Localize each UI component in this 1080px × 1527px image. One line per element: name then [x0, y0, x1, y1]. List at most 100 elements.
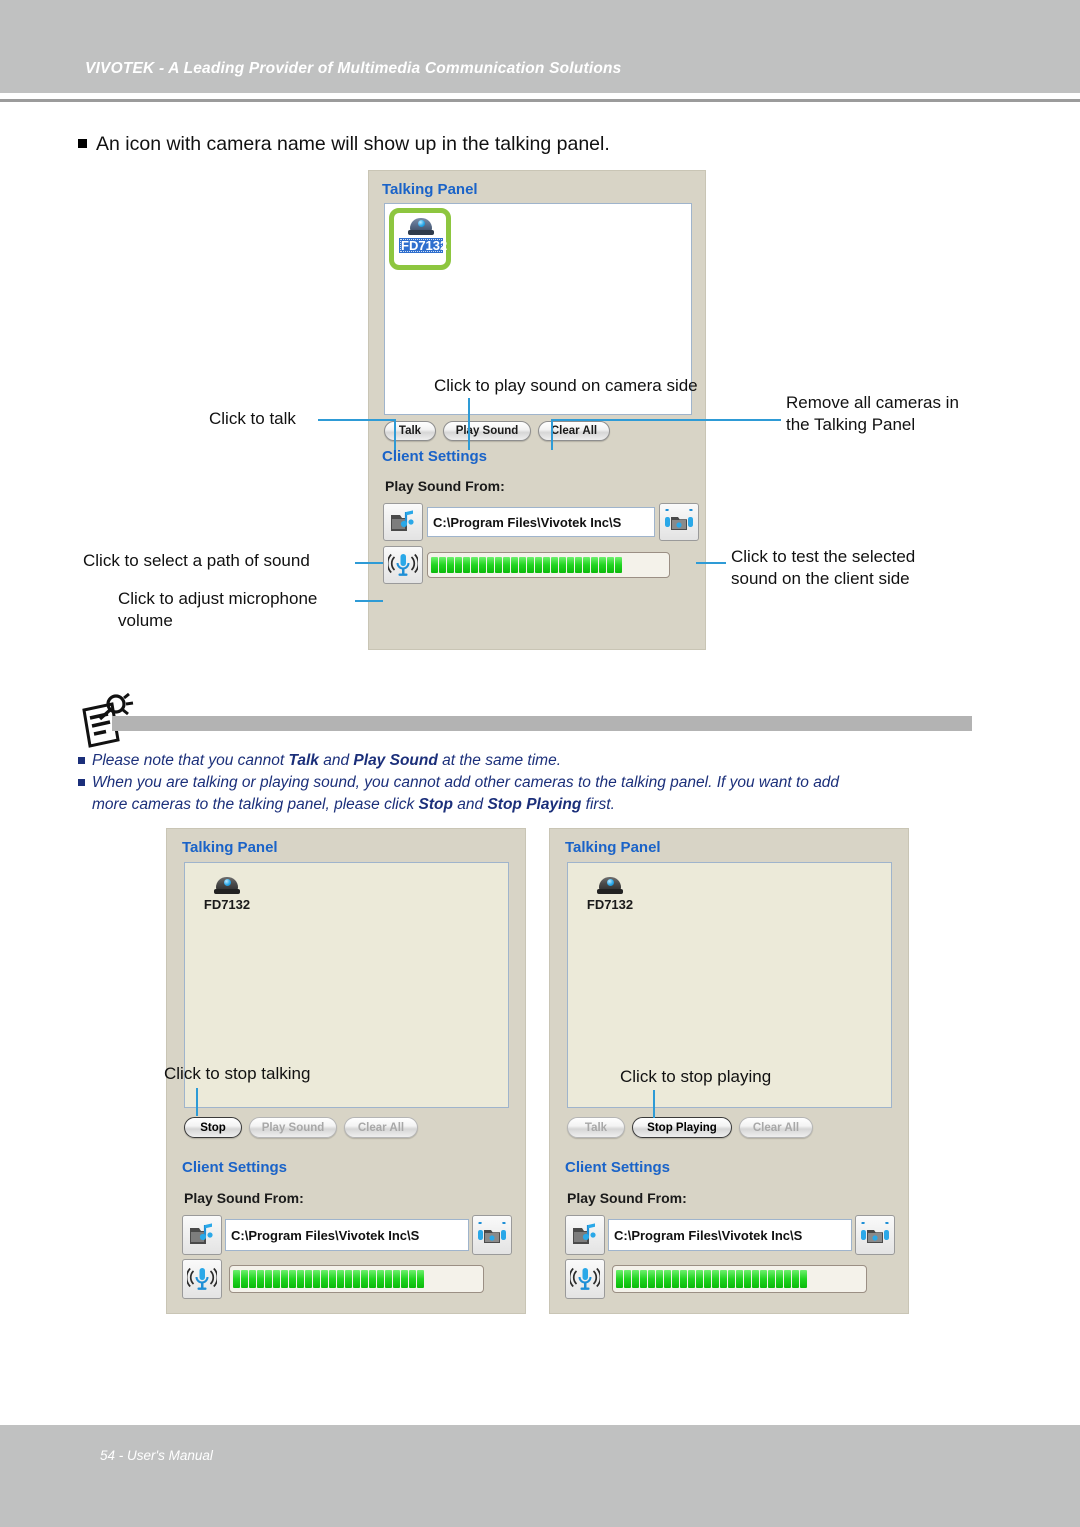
volume-segment: [776, 1270, 783, 1288]
microphone-volume-bar-left[interactable]: [229, 1265, 484, 1293]
clear-all-button-right[interactable]: Clear All: [739, 1117, 813, 1138]
volume-segment: [249, 1270, 256, 1288]
volume-segment: [455, 557, 462, 573]
note-text: When you are talking or playing sound, y…: [92, 774, 840, 791]
volume-segment: [760, 1270, 767, 1288]
volume-segment: [329, 1270, 336, 1288]
camera-item[interactable]: FD7132: [399, 215, 447, 253]
volume-segment: [289, 1270, 296, 1288]
page-title-text: An icon with camera name will show up in…: [96, 133, 610, 155]
folder-headphone-icon: [665, 509, 693, 530]
volume-segment: [728, 1270, 735, 1288]
camera-dome-icon: [408, 215, 434, 235]
volume-segment: [784, 1270, 791, 1288]
folder-music-icon-button-left[interactable]: [182, 1215, 222, 1255]
play-sound-from-label-left: Play Sound From:: [184, 1190, 304, 1206]
stop-button[interactable]: Stop: [184, 1117, 242, 1138]
callout-line-select-path: [355, 562, 383, 564]
volume-segment: [672, 1270, 679, 1288]
callout-line-test-sound: [696, 562, 726, 564]
talking-panel-title: Talking Panel: [382, 181, 478, 198]
volume-segment: [241, 1270, 248, 1288]
microphone-volume-icon: [570, 1267, 600, 1290]
note-line-1: Please note that you cannot Talk and Pla…: [92, 750, 561, 772]
callout-line-stop-playing: [653, 1090, 655, 1118]
callout-line-mic-volume: [355, 600, 383, 602]
camera-item-right[interactable]: FD7132: [582, 874, 638, 912]
button-row-left: Stop Play Sound Clear All: [184, 1117, 418, 1138]
camera-dome-icon: [214, 874, 240, 894]
volume-segment: [265, 1270, 272, 1288]
volume-segment: [479, 557, 486, 573]
volume-segment: [712, 1270, 719, 1288]
sound-path-input-right[interactable]: C:\Program Files\Vivotek Inc\S: [608, 1219, 852, 1251]
note-emphasis: Stop Playing: [487, 796, 582, 813]
talking-panel-title-left: Talking Panel: [182, 839, 278, 856]
callout-line-play-sound: [468, 398, 470, 450]
page-footer-text: 54 - User's Manual: [100, 1448, 213, 1463]
callout-stop-playing: Click to stop playing: [620, 1067, 772, 1086]
test-sound-icon-button-left[interactable]: [472, 1215, 512, 1255]
note-emphasis: Talk: [288, 752, 319, 769]
bullet-square-icon: [78, 139, 87, 148]
test-sound-icon-button-right[interactable]: [855, 1215, 895, 1255]
folder-music-icon: [391, 510, 414, 531]
volume-segment: [297, 1270, 304, 1288]
volume-segment: [616, 1270, 623, 1288]
camera-item-left[interactable]: FD7132: [199, 874, 255, 912]
folder-music-icon-button[interactable]: [383, 503, 423, 541]
volume-segment: [337, 1270, 344, 1288]
callout-select-path: Click to select a path of sound: [83, 551, 310, 570]
folder-music-icon-button-right[interactable]: [565, 1215, 605, 1255]
volume-segment: [503, 557, 510, 573]
volume-segment: [720, 1270, 727, 1288]
volume-segment: [313, 1270, 320, 1288]
volume-segment: [736, 1270, 743, 1288]
folder-music-icon: [573, 1223, 596, 1244]
microphone-volume-icon-button-left[interactable]: [182, 1259, 222, 1299]
clear-all-button-left[interactable]: Clear All: [344, 1117, 418, 1138]
volume-segment: [583, 557, 590, 573]
microphone-volume-bar-right[interactable]: [612, 1265, 867, 1293]
volume-segment: [369, 1270, 376, 1288]
volume-segment: [768, 1270, 775, 1288]
volume-segment: [361, 1270, 368, 1288]
clear-all-button[interactable]: Clear All: [538, 421, 610, 441]
note-text: at the same time.: [437, 752, 562, 769]
volume-segment: [447, 557, 454, 573]
callout-line-talk-v: [394, 419, 396, 450]
note-line-3: more cameras to the talking panel, pleas…: [92, 794, 615, 816]
microphone-volume-icon-button[interactable]: [383, 546, 423, 584]
volume-segment: [656, 1270, 663, 1288]
microphone-volume-bar[interactable]: [427, 552, 670, 578]
volume-segment: [353, 1270, 360, 1288]
play-sound-button[interactable]: Play Sound: [443, 421, 531, 441]
talking-panel-button-row: Talk Play Sound Clear All: [384, 421, 610, 441]
page-header-title: VIVOTEK - A Leading Provider of Multimed…: [85, 60, 622, 77]
volume-segment: [752, 1270, 759, 1288]
note-divider-rule: [112, 716, 972, 731]
test-sound-icon-button[interactable]: [659, 503, 699, 541]
volume-segment: [321, 1270, 328, 1288]
callout-line-talk-h: [318, 419, 396, 421]
sound-path-input[interactable]: C:\Program Files\Vivotek Inc\S: [427, 507, 655, 537]
volume-segment: [417, 1270, 424, 1288]
note-line-2: When you are talking or playing sound, y…: [92, 772, 839, 794]
note-bullet-icon-2: [78, 779, 85, 786]
talk-button[interactable]: Talk: [384, 421, 436, 441]
note-bullet-icon-1: [78, 757, 85, 764]
stop-playing-button[interactable]: Stop Playing: [632, 1117, 732, 1138]
volume-segment: [257, 1270, 264, 1288]
talk-button-right[interactable]: Talk: [567, 1117, 625, 1138]
page-header-bar: [0, 0, 1080, 93]
volume-segment: [431, 557, 438, 573]
volume-segment: [495, 557, 502, 573]
volume-segment: [487, 557, 494, 573]
volume-segment: [401, 1270, 408, 1288]
header-divider-gray: [0, 99, 1080, 102]
microphone-volume-icon-button-right[interactable]: [565, 1259, 605, 1299]
play-sound-button-left[interactable]: Play Sound: [249, 1117, 337, 1138]
volume-segment: [511, 557, 518, 573]
microphone-volume-icon: [187, 1267, 217, 1290]
sound-path-input-left[interactable]: C:\Program Files\Vivotek Inc\S: [225, 1219, 469, 1251]
